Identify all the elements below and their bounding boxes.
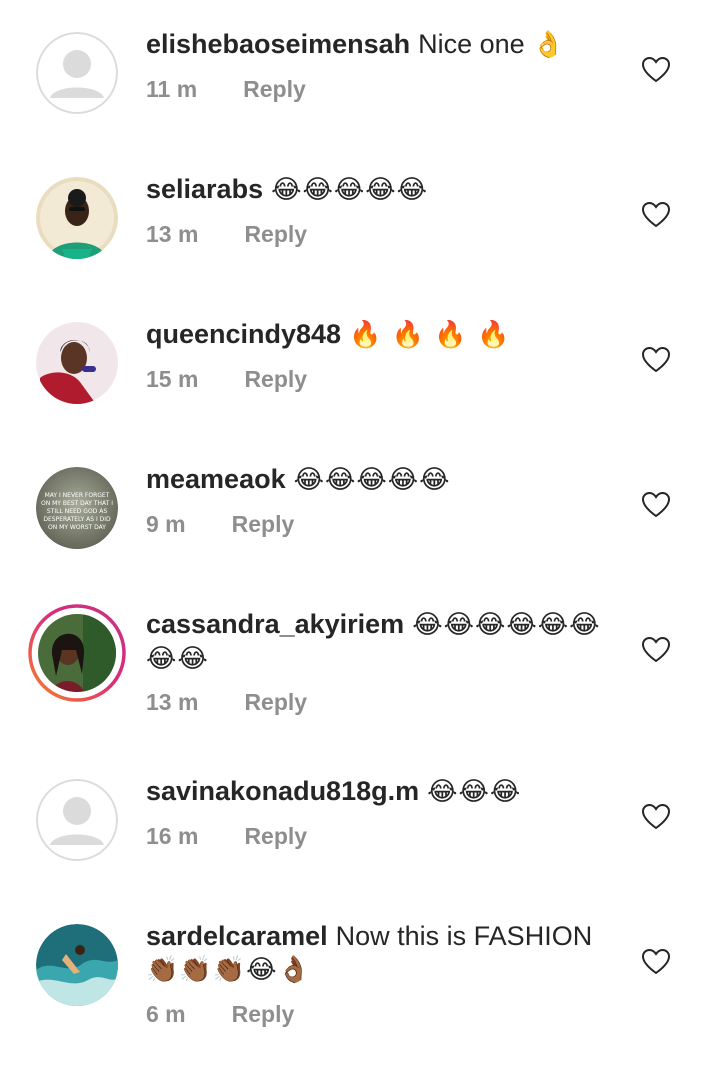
comment-time: 13 m bbox=[146, 689, 199, 715]
heart-outline-icon[interactable] bbox=[642, 637, 670, 663]
reply-button[interactable]: Reply bbox=[232, 511, 295, 538]
comment-username[interactable]: queencindy848 bbox=[146, 319, 341, 349]
comment-username[interactable]: seliarabs bbox=[146, 174, 263, 204]
comment-time: 6 m bbox=[146, 1001, 186, 1027]
comment-emoji: 🔥 🔥 🔥 🔥 bbox=[349, 320, 511, 350]
heart-outline-icon[interactable] bbox=[642, 202, 670, 228]
avatar-quote-line: ON MY BEST DAY THAT I bbox=[41, 500, 113, 507]
comment-time: 9 m bbox=[146, 511, 186, 537]
heart-outline-icon[interactable] bbox=[642, 57, 670, 83]
reply-button[interactable]: Reply bbox=[244, 689, 307, 716]
comment-username[interactable]: sardelcaramel bbox=[146, 921, 328, 951]
reply-button[interactable]: Reply bbox=[243, 76, 306, 103]
comment-time: 16 m bbox=[146, 823, 199, 849]
heart-outline-icon[interactable] bbox=[642, 949, 670, 975]
comments-list: elishebaoseimensah Nice one 👌 11 m Reply bbox=[0, 0, 720, 1071]
reply-button[interactable]: Reply bbox=[244, 366, 307, 393]
default-avatar-icon bbox=[36, 779, 118, 861]
avatar[interactable] bbox=[36, 924, 118, 1006]
avatar-with-story-ring[interactable] bbox=[28, 604, 126, 702]
avatar-quote-line: DESPERATELY AS I DID bbox=[43, 516, 111, 523]
avatar[interactable]: MAY I NEVER FORGET ON MY BEST DAY THAT I… bbox=[36, 467, 118, 549]
heart-outline-icon[interactable] bbox=[642, 804, 670, 830]
comment-emoji-continued: 😂😂 bbox=[146, 644, 209, 674]
reply-button[interactable]: Reply bbox=[244, 221, 307, 248]
comment-emoji: 😂😂😂😂😂😂 bbox=[412, 610, 601, 640]
avatar[interactable] bbox=[36, 32, 118, 114]
avatar-quote-line: ON MY WORST DAY bbox=[48, 524, 106, 531]
avatar[interactable] bbox=[36, 779, 118, 861]
reply-button[interactable]: Reply bbox=[232, 1001, 295, 1028]
avatar[interactable] bbox=[36, 177, 118, 259]
heart-outline-icon[interactable] bbox=[642, 347, 670, 373]
avatar-quote-line: STILL NEED GOD AS bbox=[47, 508, 107, 515]
comment-emoji-continued: 👏🏾👏🏾👏🏾😂👌🏾 bbox=[146, 955, 311, 985]
comment-username[interactable]: cassandra_akyiriem bbox=[146, 609, 404, 639]
comment-time: 11 m bbox=[146, 76, 198, 102]
avatar-quote-line: MAY I NEVER FORGET bbox=[45, 492, 110, 499]
comment-username[interactable]: savinakonadu818g.m bbox=[146, 776, 419, 806]
default-avatar-icon bbox=[36, 32, 118, 114]
avatar[interactable] bbox=[36, 322, 118, 404]
comment-emoji: 😂😂😂😂😂 bbox=[293, 465, 451, 495]
comment-text: Now this is FASHION bbox=[335, 921, 593, 951]
comment-text: Nice one bbox=[418, 29, 525, 59]
comment-time: 15 m bbox=[146, 366, 199, 392]
comment-emoji: 😂😂😂 bbox=[427, 777, 522, 807]
reply-button[interactable]: Reply bbox=[244, 823, 307, 850]
heart-outline-icon[interactable] bbox=[642, 492, 670, 518]
comment-username[interactable]: elishebaoseimensah bbox=[146, 29, 410, 59]
comment-time: 13 m bbox=[146, 221, 199, 247]
comment-emoji: 👌 bbox=[532, 30, 566, 60]
comment-emoji: 😂😂😂😂😂 bbox=[271, 175, 428, 205]
comment-username[interactable]: meameaok bbox=[146, 464, 286, 494]
